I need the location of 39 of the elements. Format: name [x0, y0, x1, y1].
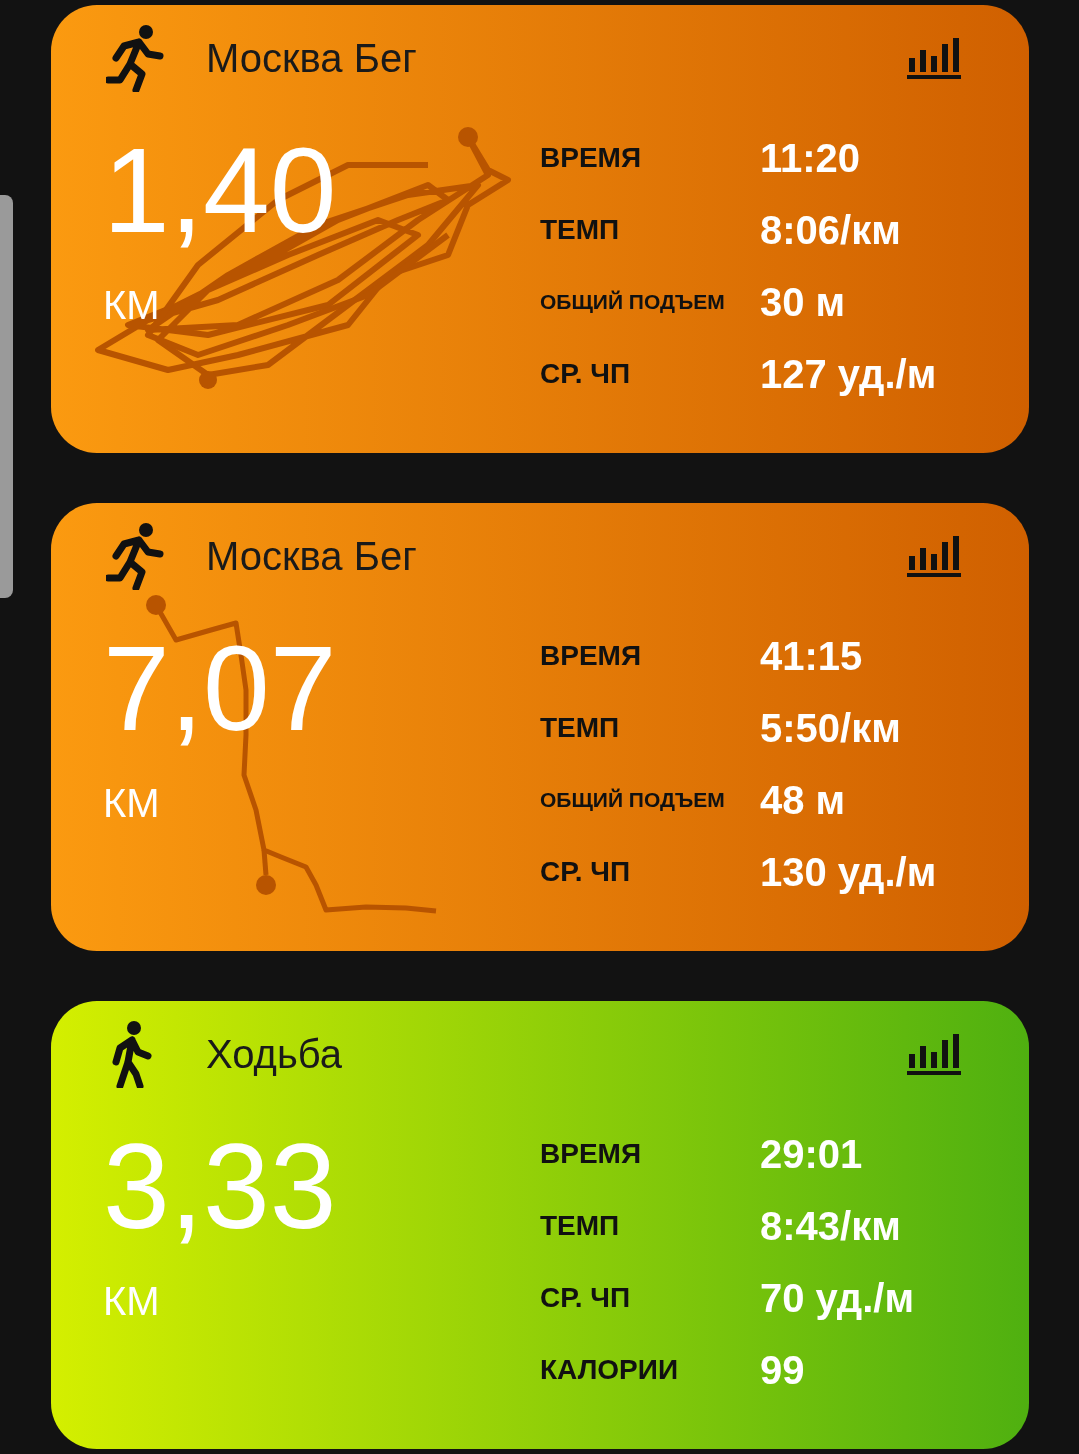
chart-icon[interactable] — [907, 35, 961, 80]
stat-label: СР. ЧП — [540, 1281, 632, 1315]
stat-label: ТЕМП — [540, 213, 621, 247]
stat-value: 130 уд./м — [760, 849, 937, 896]
runner-icon — [106, 23, 166, 92]
chart-icon[interactable] — [907, 1031, 961, 1076]
stat-label: ВРЕМЯ — [540, 1137, 643, 1171]
stat-label: КАЛОРИИ — [540, 1353, 679, 1387]
stat-value: 8:06/км — [760, 207, 901, 254]
stat-value: 41:15 — [760, 633, 863, 680]
activity-title: Ходьба — [206, 1030, 343, 1078]
stat-value: 11:20 — [760, 135, 861, 182]
stat-label: ОБЩИЙ ПОДЪЕМ — [540, 289, 726, 316]
distance-unit: КМ — [103, 282, 161, 329]
activity-title: Москва Бег — [206, 34, 418, 82]
stat-label: ТЕМП — [540, 711, 621, 745]
stat-value: 99 — [760, 1347, 805, 1394]
stat-label: СР. ЧП — [540, 855, 632, 889]
stat-value: 29:01 — [760, 1131, 863, 1178]
distance-unit: КМ — [103, 1278, 161, 1325]
stat-label: ВРЕМЯ — [540, 639, 643, 673]
chart-icon[interactable] — [907, 533, 961, 578]
runner-icon — [106, 521, 166, 590]
stat-value: 70 уд./м — [760, 1275, 915, 1322]
distance-unit: КМ — [103, 780, 161, 827]
stat-label: ОБЩИЙ ПОДЪЕМ — [540, 787, 726, 814]
stat-value: 48 м — [760, 777, 846, 824]
stat-label: ТЕМП — [540, 1209, 621, 1243]
stat-label: ВРЕМЯ — [540, 141, 643, 175]
stat-label: СР. ЧП — [540, 357, 632, 391]
stat-value: 127 уд./м — [760, 351, 937, 398]
activity-title: Москва Бег — [206, 532, 418, 580]
activity-card[interactable]: Москва Бег 1,40 КМ ВРЕМЯ 11:20 ТЕМП 8:06/км ОБЩИЙ ПОДЪЕМ 30 м СР. ЧП 127 уд./м — [51, 5, 1029, 453]
edge-handle[interactable] — [0, 195, 13, 598]
stat-value: 5:50/км — [760, 705, 901, 752]
stat-value: 8:43/км — [760, 1203, 901, 1250]
activity-card[interactable]: Ходьба 3,33 КМ ВРЕМЯ 29:01 ТЕМП 8:43/км СР. ЧП 70 уд./м КАЛОРИИ 99 — [51, 1001, 1029, 1449]
activity-card[interactable]: Москва Бег 7,07 КМ ВРЕМЯ 41:15 ТЕМП 5:50/км ОБЩИЙ ПОДЪЕМ 48 м СР. ЧП 130 уд./м — [51, 503, 1029, 951]
stat-value: 30 м — [760, 279, 846, 326]
